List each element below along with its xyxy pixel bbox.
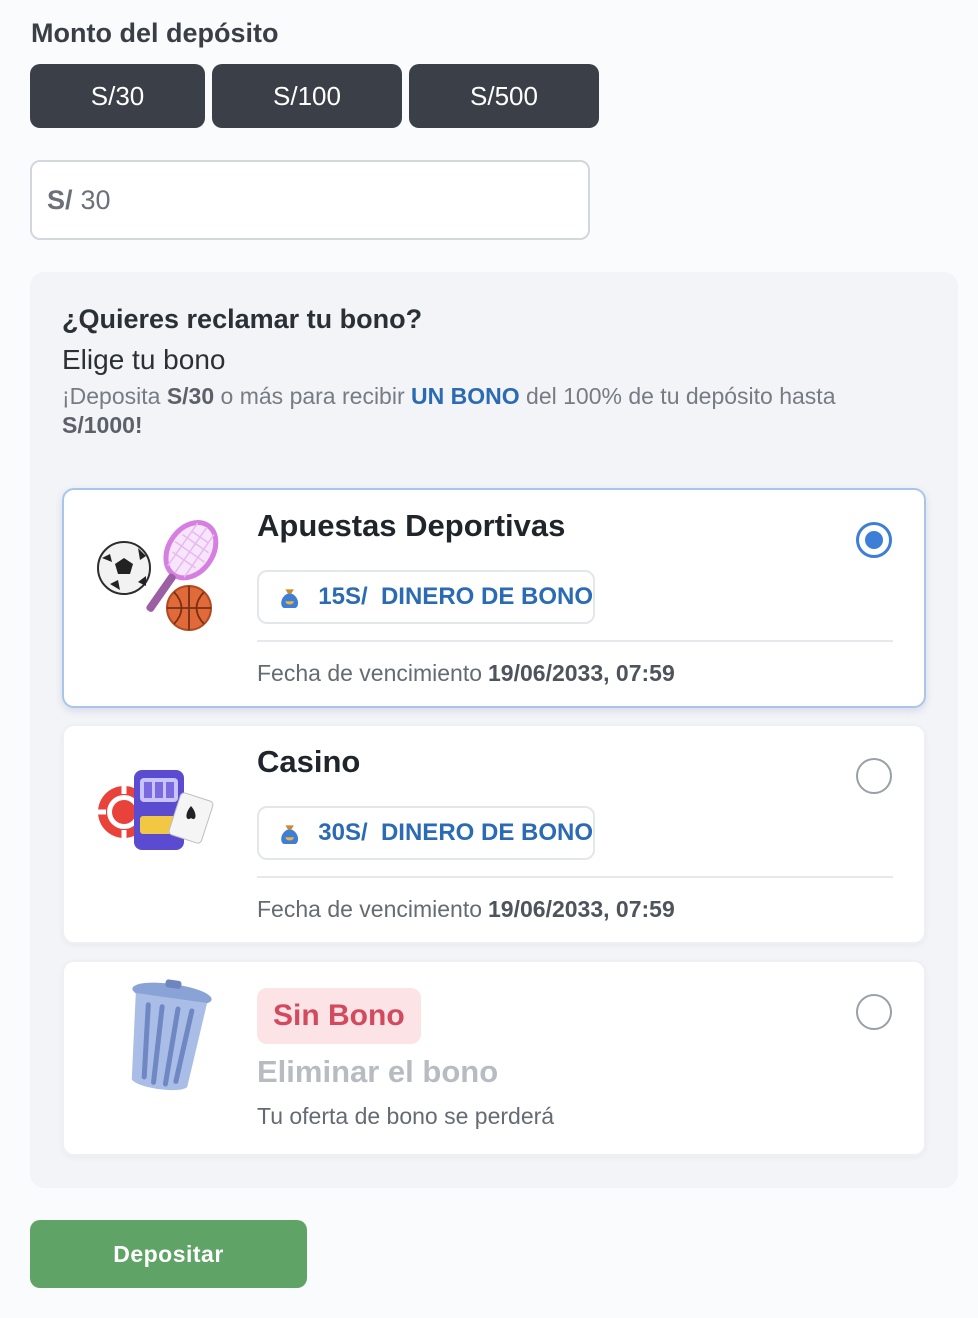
currency-prefix: S/ [47,184,73,215]
bonus-question: ¿Quieres reclamar tu bono? [62,304,423,334]
preset-500-button[interactable]: S/500 [409,64,599,128]
money-bag-icon [281,589,299,608]
option-radio[interactable] [856,994,892,1030]
trash-can-icon [131,979,212,1091]
preset-30-button[interactable]: S/30 [30,64,205,128]
expiry-info: Fecha de vencimiento 19/06/2033, 07:59 [257,660,675,686]
bonus-amount-text: 15S/ DINERO DE BONO [318,583,593,610]
bonus-option-sports[interactable]: Apuestas Deportivas 15S/ DINERO DE BONO … [62,488,926,708]
bonus-subtitle: Elige tu bono [62,344,226,375]
slot-machine-icon [98,770,214,850]
expiry-info: Fecha de vencimiento 19/06/2033, 07:59 [257,896,675,922]
remove-bonus-title: Eliminar el bono [257,1054,499,1089]
sports-balls-icon [97,520,219,631]
option-radio[interactable] [856,758,892,794]
option-title: Casino [257,744,361,779]
option-radio[interactable] [856,522,892,558]
option-title: Apuestas Deportivas [257,508,566,543]
amount-field[interactable]: S/ [30,160,590,240]
no-bonus-badge: Sin Bono [257,988,421,1044]
bonus-option-casino[interactable]: Casino 30S/ DINERO DE BONO Fecha de venc… [62,724,926,944]
card-divider [257,640,893,642]
bonus-amount-pill: 15S/ DINERO DE BONO [257,570,595,624]
preset-100-button[interactable]: S/100 [212,64,402,128]
money-bag-icon [281,825,299,844]
bonus-lost-note: Tu oferta de bono se perderá [257,1103,555,1129]
amount-input[interactable] [80,184,501,216]
bonus-option-none[interactable]: Sin Bono Eliminar el bono Tu oferta de b… [62,960,926,1156]
deposit-amount-title: Monto del depósito [31,18,279,48]
bonus-panel: ¿Quieres reclamar tu bono? Elige tu bono… [30,272,958,1188]
bonus-promo-text: ¡Deposita S/30 o más para recibir UN BON… [62,383,836,438]
bonus-amount-pill: 30S/ DINERO DE BONO [257,806,595,860]
bonus-amount-text: 30S/ DINERO DE BONO [318,819,593,846]
card-divider [257,876,893,878]
deposit-button[interactable]: Depositar [30,1220,307,1288]
